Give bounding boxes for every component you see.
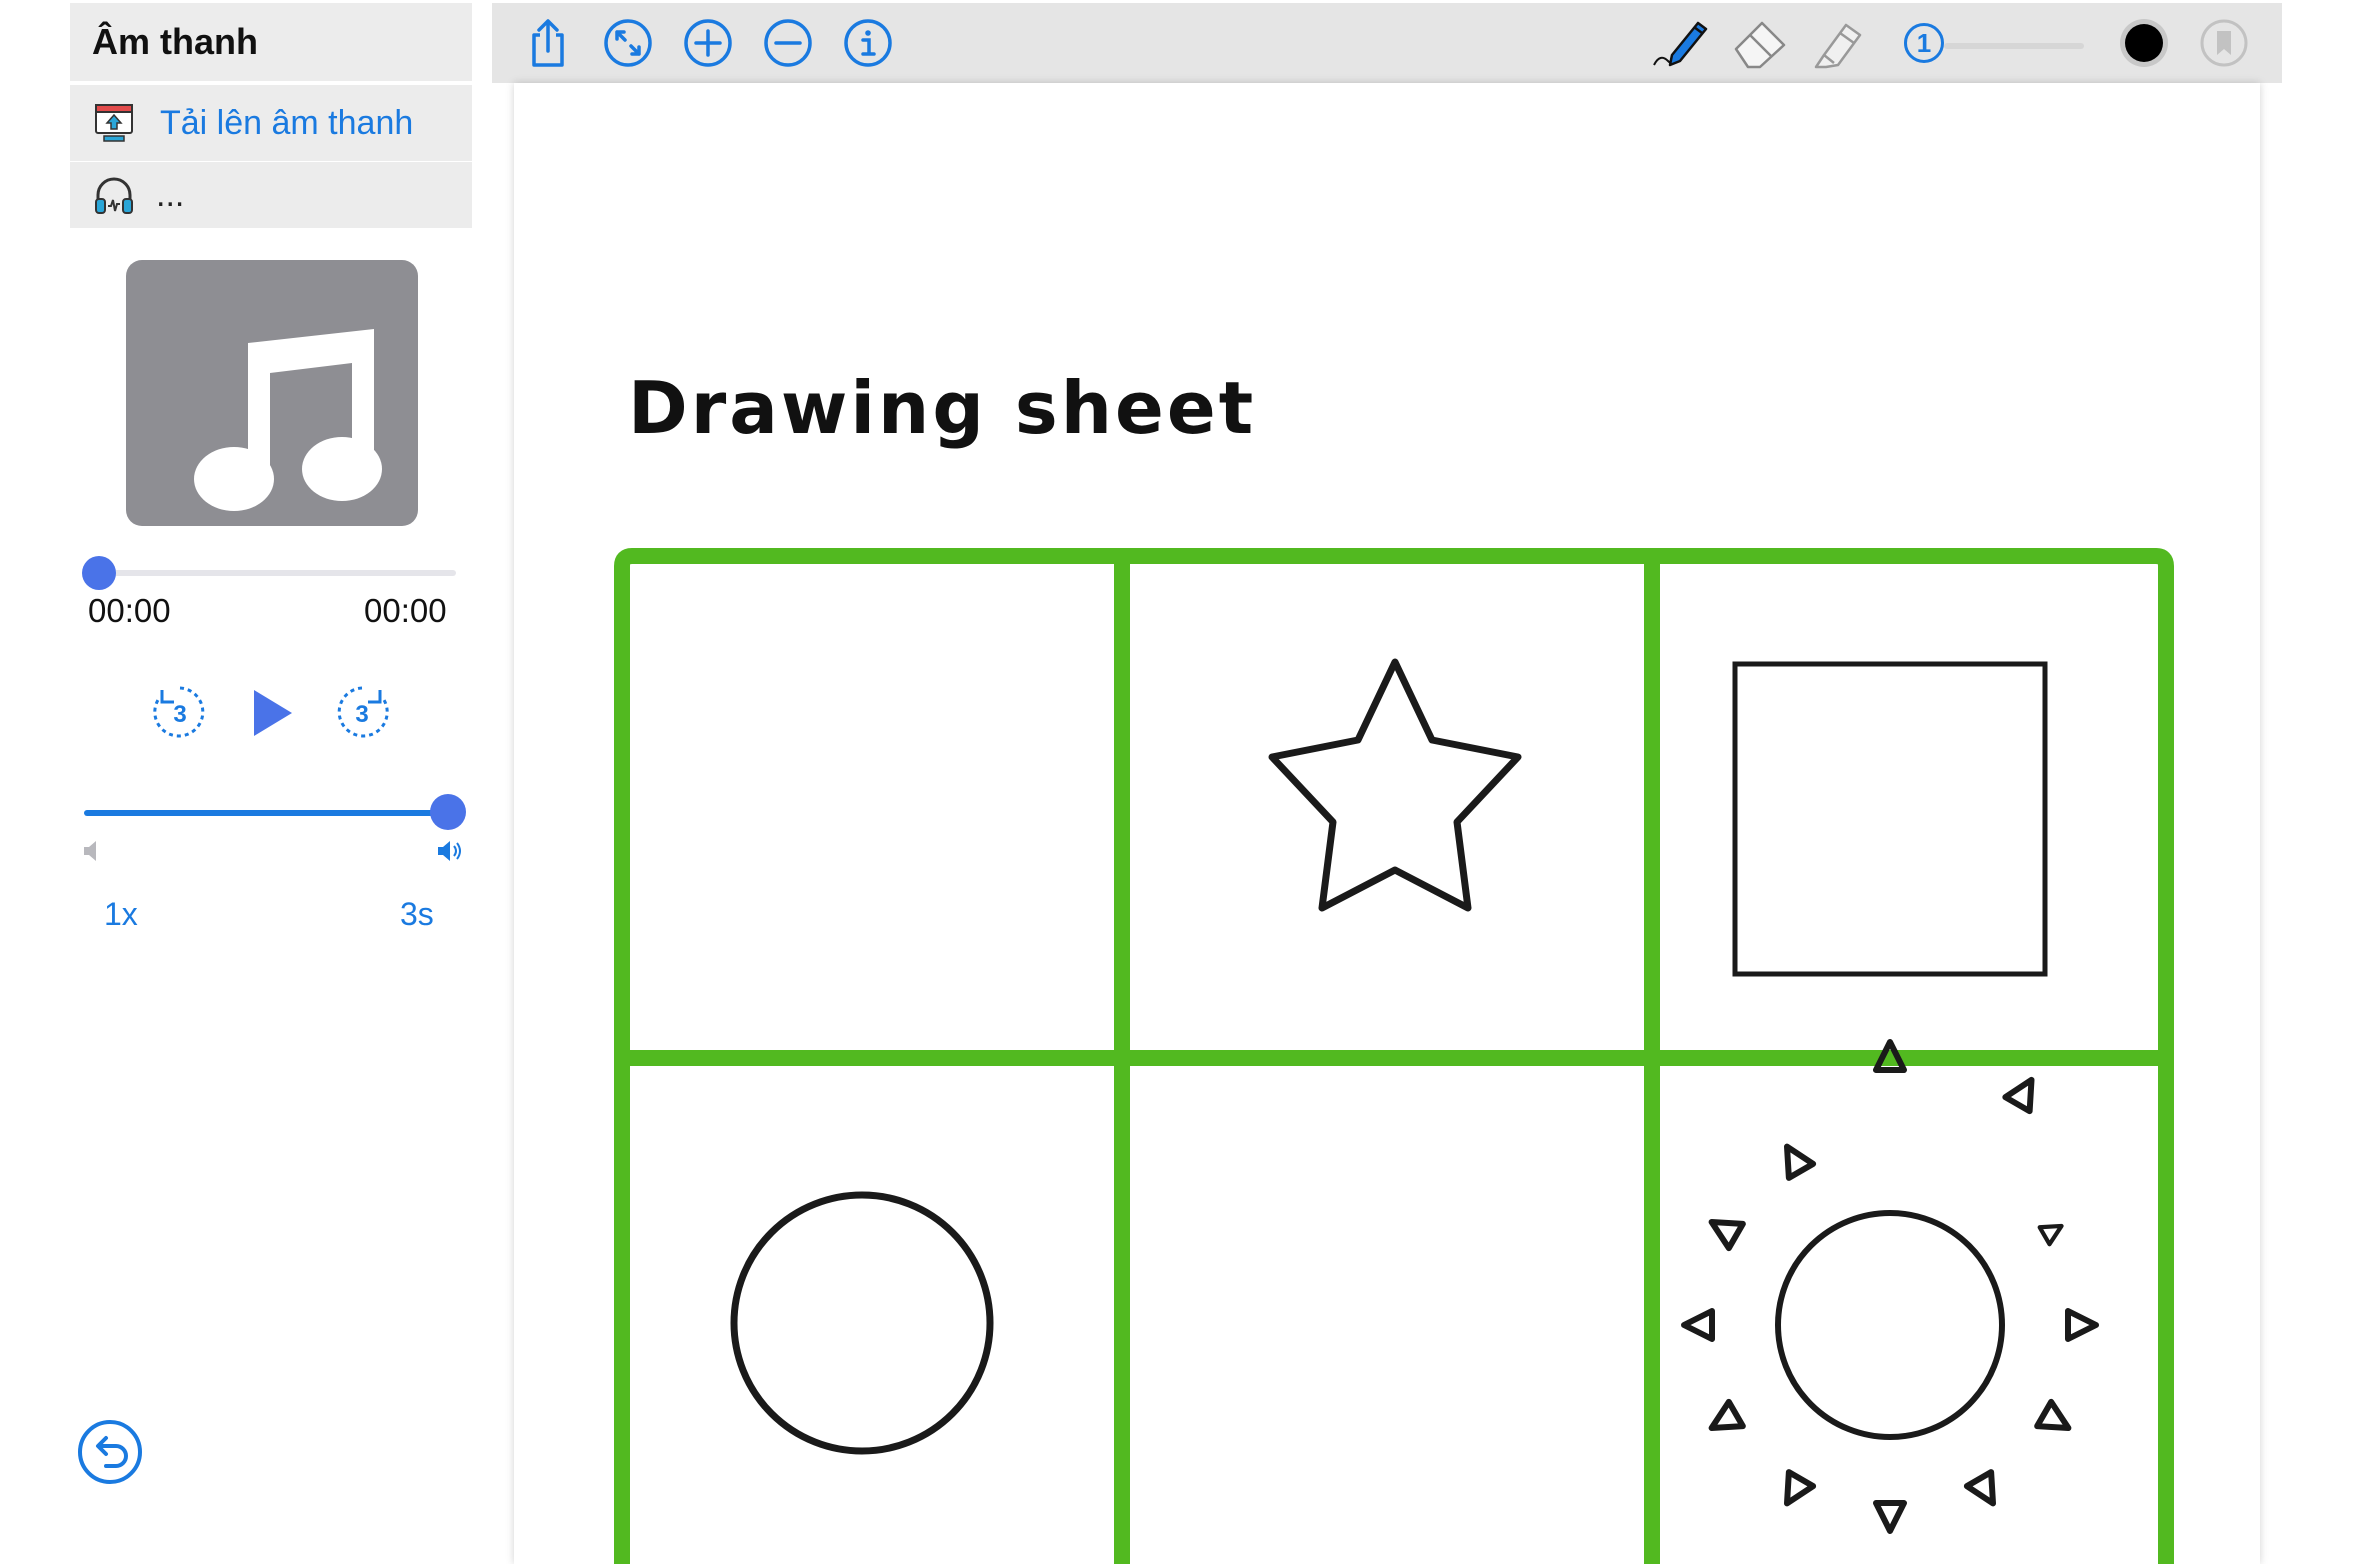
circle-shape: [730, 1191, 994, 1455]
square-shape: [1732, 661, 2048, 977]
info-icon[interactable]: [842, 17, 894, 69]
forward-seconds: 3: [355, 701, 368, 728]
share-icon[interactable]: [522, 17, 574, 69]
audio-file-item[interactable]: ...: [70, 162, 472, 228]
audio-file-label: ...: [156, 175, 185, 214]
stroke-width-slider[interactable]: [1944, 43, 2084, 49]
rewind-button[interactable]: 3: [148, 680, 212, 744]
eraser-icon[interactable]: [1728, 17, 1792, 69]
sun-shape: [1681, 1039, 2099, 1534]
audio-panel-header: Âm thanh: [70, 3, 472, 81]
zoom-out-icon[interactable]: [762, 17, 814, 69]
undo-button[interactable]: [76, 1418, 144, 1486]
drawing-grid: [614, 548, 2174, 1564]
star-shape: [1268, 658, 1522, 912]
volume-min-icon: [82, 838, 104, 864]
highlighter-icon[interactable]: [1806, 17, 1870, 69]
pen-icon[interactable]: [1648, 17, 1712, 69]
playback-progress-knob[interactable]: [82, 556, 116, 590]
bookmark-icon[interactable]: [2198, 17, 2250, 69]
undo-icon: [78, 1420, 142, 1484]
forward-icon: 3: [337, 686, 389, 738]
album-art: [126, 260, 418, 526]
stroke-width-indicator: 1: [1904, 23, 1944, 63]
play-icon: [254, 690, 292, 736]
music-note-icon: [194, 329, 382, 511]
ink-color-dot: [2125, 24, 2163, 62]
fit-icon[interactable]: [602, 17, 654, 69]
play-button[interactable]: [242, 684, 300, 742]
current-time: 00:00: [88, 592, 171, 629]
panel-title: Âm thanh: [92, 21, 258, 62]
upload-audio-item[interactable]: Tải lên âm thanh: [70, 85, 472, 161]
volume-max-icon: [436, 838, 466, 864]
headphones-icon: [90, 171, 138, 219]
upload-icon: [90, 99, 138, 147]
zoom-in-icon[interactable]: [682, 17, 734, 69]
upload-audio-label: Tải lên âm thanh: [160, 103, 414, 142]
volume-slider-knob[interactable]: [430, 794, 466, 830]
top-toolbar: 1: [492, 3, 2282, 83]
rewind-seconds: 3: [173, 701, 186, 728]
skip-interval-button[interactable]: 3s: [400, 896, 434, 933]
rewind-icon: 3: [153, 686, 205, 738]
playback-speed-button[interactable]: 1x: [104, 896, 138, 933]
ink-color-button[interactable]: [2120, 19, 2168, 67]
forward-button[interactable]: 3: [330, 680, 394, 744]
playback-progress-track[interactable]: [86, 570, 456, 576]
document-title: Drawing sheet: [628, 366, 1257, 450]
duration-time: 00:00: [364, 592, 447, 629]
volume-slider-track[interactable]: [84, 810, 450, 816]
